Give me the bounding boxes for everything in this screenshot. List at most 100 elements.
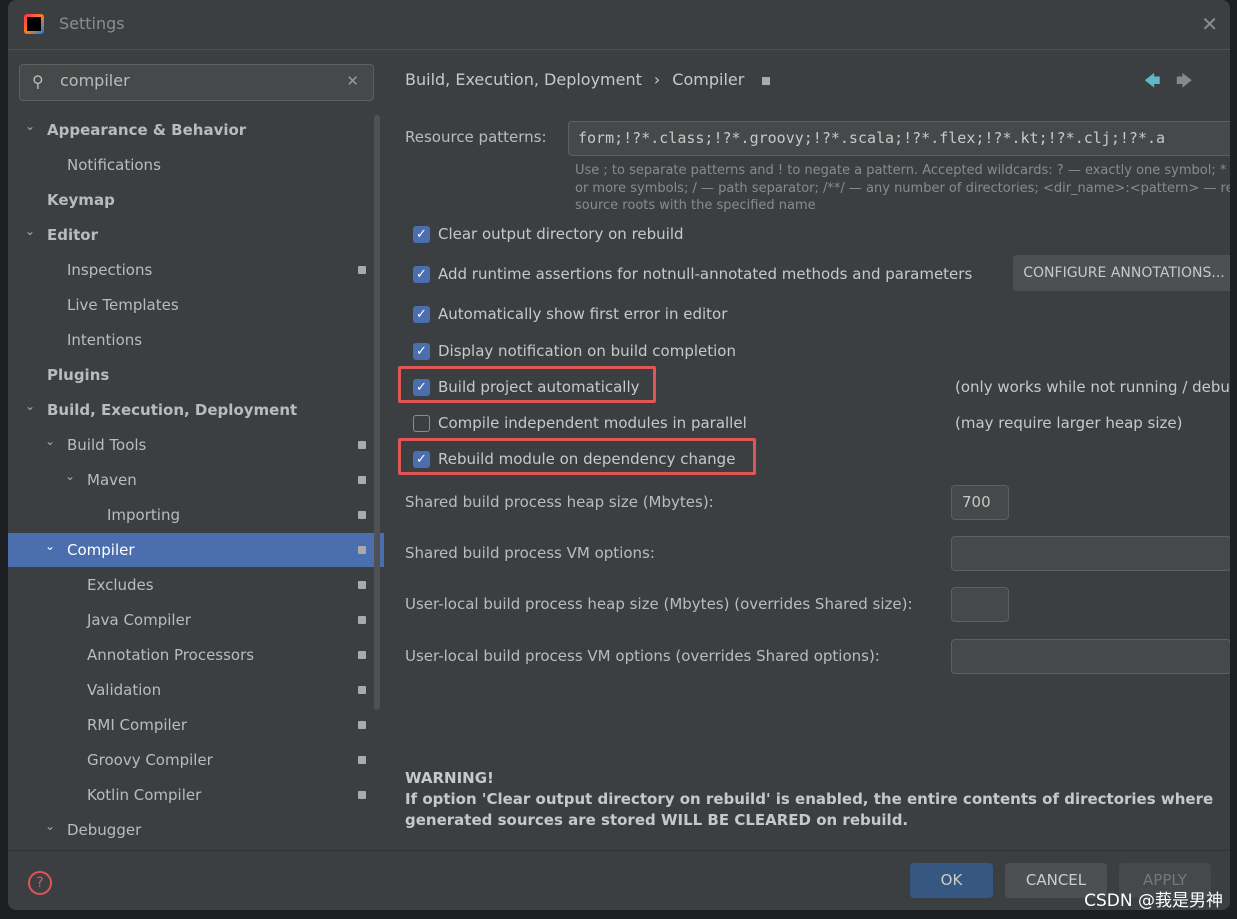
search-icon[interactable]: ⚲ (32, 72, 44, 91)
tree-item-label: Intentions (67, 331, 143, 349)
dialog-footer: ? OK CANCEL APPLY (8, 850, 1230, 910)
field-label: User-local build process VM options (ove… (405, 647, 880, 665)
project-scope-icon (358, 616, 366, 624)
tree-item[interactable]: Groovy Compiler (8, 743, 384, 777)
checkbox-icon[interactable]: ✓ (413, 305, 430, 323)
compiler-panel: Build, Execution, Deployment › Compiler 🡄 … (392, 50, 1230, 850)
tree-item[interactable]: Annotation Processors (8, 638, 384, 672)
window-title: Settings (59, 14, 125, 33)
tree-item[interactable]: ⌄ Debugger (8, 813, 384, 847)
tree-item-label: Java Compiler (87, 611, 191, 629)
chevron-down-icon[interactable]: ⌄ (25, 389, 35, 423)
tree-item-label: Keymap (47, 191, 115, 209)
tree-item[interactable]: ⌄ Build, Execution, Deployment (8, 393, 384, 427)
tree-item[interactable]: ⌄ Compiler (8, 533, 384, 567)
breadcrumb-parent[interactable]: Build, Execution, Deployment (405, 70, 642, 89)
checkbox-icon[interactable] (413, 414, 430, 432)
hint-line: Use ; to separate patterns and ! to nega… (575, 163, 1227, 178)
search-input[interactable] (60, 71, 340, 90)
field-label: Shared build process heap size (Mbytes): (405, 493, 714, 511)
option-checkbox[interactable]: ✓ Display notification on build completio… (413, 342, 736, 360)
tree-item[interactable]: Excludes (8, 568, 384, 602)
project-scope-icon (358, 686, 366, 694)
tree-item[interactable]: ⌄ Editor (8, 218, 384, 252)
checkbox-icon[interactable]: ✓ (413, 225, 430, 243)
project-scope-icon (358, 546, 366, 554)
tree-item[interactable]: Inspections (8, 253, 384, 287)
breadcrumb-current: Compiler (672, 70, 745, 89)
project-scope-icon (358, 441, 366, 449)
project-scope-icon (358, 721, 366, 729)
checkbox-icon[interactable]: ✓ (413, 265, 430, 283)
option-checkbox[interactable]: Compile independent modules in parallel (413, 414, 747, 432)
warning-text: WARNING! If option 'Clear output directo… (405, 768, 1213, 831)
tree-item[interactable]: Importing (8, 498, 384, 532)
tree-item-label: Groovy Compiler (87, 751, 213, 769)
ok-button[interactable]: OK (910, 863, 993, 898)
chevron-down-icon[interactable]: ⌄ (25, 214, 35, 248)
project-scope-icon (358, 581, 366, 589)
field-input[interactable]: 700 (951, 485, 1009, 520)
tree-item-label: Maven (87, 471, 137, 489)
option-checkbox[interactable]: ✓ Automatically show first error in edito… (413, 305, 727, 323)
hint-line: source roots with the specified name (575, 198, 816, 213)
tree-item[interactable]: Notifications (8, 148, 384, 182)
resource-patterns-hint: Use ; to separate patterns and ! to nega… (575, 162, 1230, 215)
project-scope-icon (358, 651, 366, 659)
tree-item[interactable]: ⌄ Build Tools (8, 428, 384, 462)
tree-item[interactable]: Intentions (8, 323, 384, 357)
tree-item-label: Editor (47, 226, 98, 244)
tree-item[interactable]: RMI Compiler (8, 708, 384, 742)
settings-dialog: Settings ✕ ⚲ ✕ ⌄Appearance & BehaviorNot… (8, 0, 1230, 910)
chevron-down-icon[interactable]: ⌄ (25, 109, 35, 143)
checkbox-icon[interactable]: ✓ (413, 342, 430, 360)
option-label: Automatically show first error in editor (438, 305, 728, 323)
option-label: Add runtime assertions for notnull-annot… (438, 265, 973, 283)
highlight-box (398, 438, 756, 475)
chevron-down-icon[interactable]: ⌄ (45, 809, 55, 843)
tree-item[interactable]: Live Templates (8, 288, 384, 322)
resource-patterns-input[interactable]: form;!?*.class;!?*.groovy;!?*.scala;!?*.… (568, 121, 1230, 156)
option-label: Display notification on build completion (438, 342, 736, 360)
clear-search-icon[interactable]: ✕ (346, 72, 359, 90)
field-input[interactable] (951, 587, 1009, 622)
tree-item-label: Notifications (67, 156, 161, 174)
configure-annotations-button[interactable]: CONFIGURE ANNOTATIONS... (1013, 255, 1230, 291)
close-icon[interactable]: ✕ (1201, 12, 1218, 36)
tree-item-label: Build, Execution, Deployment (47, 401, 298, 419)
tree-scrollbar[interactable] (374, 115, 380, 710)
resource-patterns-label: Resource patterns: (405, 128, 547, 146)
tree-item-label: Compiler (67, 541, 135, 559)
warning-line: generated sources are stored WILL BE CLE… (405, 811, 909, 829)
project-scope-icon (762, 76, 771, 85)
option-checkbox[interactable]: ✓ Add runtime assertions for notnull-anno… (413, 265, 972, 283)
tree-item-label: Inspections (67, 261, 153, 279)
title-bar: Settings ✕ (8, 0, 1230, 50)
tree-item-label: Kotlin Compiler (87, 786, 202, 804)
option-checkbox[interactable]: ✓ Clear output directory on rebuild (413, 225, 684, 243)
back-arrow-icon[interactable]: 🡄 (1144, 70, 1161, 97)
tree-item[interactable]: Keymap (8, 183, 384, 217)
tree-item[interactable]: Validation (8, 673, 384, 707)
tree-item[interactable]: Kotlin Compiler (8, 778, 384, 812)
tree-item[interactable]: ⌄ Maven (8, 463, 384, 497)
option-label: Compile independent modules in parallel (438, 414, 747, 432)
project-scope-icon (358, 266, 366, 274)
warning-line: If option 'Clear output directory on reb… (405, 790, 1214, 808)
chevron-down-icon[interactable]: ⌄ (65, 459, 75, 493)
tree-item-label: Importing (107, 506, 180, 524)
auto-build-note: (only works while not running / debu (955, 378, 1230, 396)
tree-item-label: Appearance & Behavior (47, 121, 247, 139)
help-icon[interactable]: ? (28, 871, 52, 895)
field-input[interactable] (951, 536, 1230, 571)
tree-item[interactable]: Java Compiler (8, 603, 384, 637)
tree-item[interactable]: ⌄ Appearance & Behavior (8, 113, 384, 147)
chevron-down-icon[interactable]: ⌄ (45, 529, 55, 563)
field-input[interactable] (951, 639, 1230, 674)
chevron-down-icon[interactable]: ⌄ (45, 424, 55, 458)
tree-item[interactable]: Plugins (8, 358, 384, 392)
forward-arrow-icon[interactable]: 🡆 (1176, 70, 1193, 97)
project-scope-icon (358, 476, 366, 484)
intellij-logo-icon (24, 14, 44, 34)
tree-item-label: Validation (87, 681, 162, 699)
